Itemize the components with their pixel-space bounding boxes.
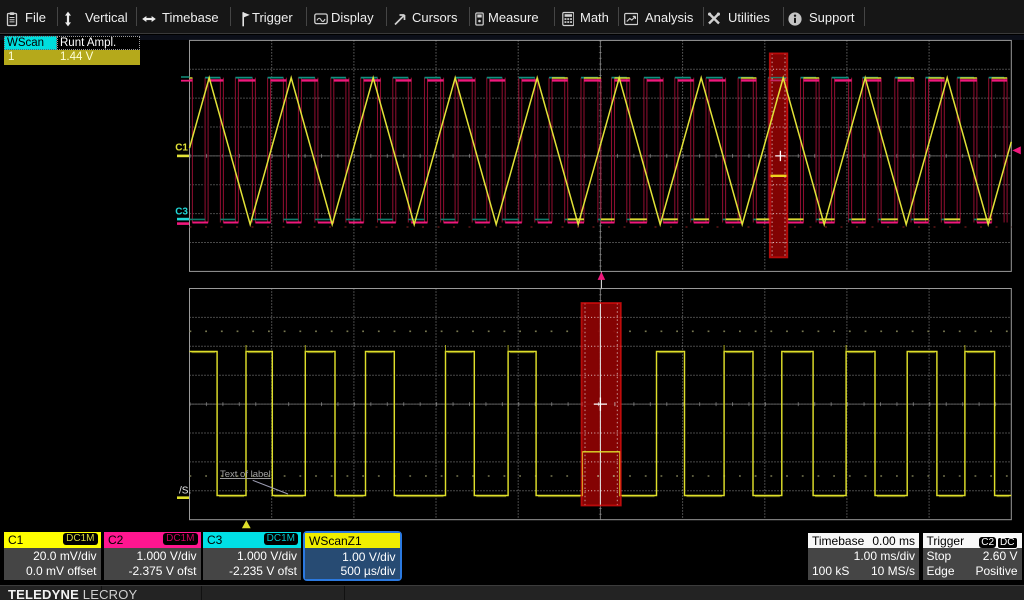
svg-text:C1: C1	[175, 143, 188, 154]
svg-text:/S.: /S.	[179, 486, 191, 497]
svg-text:Text of label: Text of label	[220, 469, 271, 480]
svg-text:C3: C3	[175, 207, 188, 218]
